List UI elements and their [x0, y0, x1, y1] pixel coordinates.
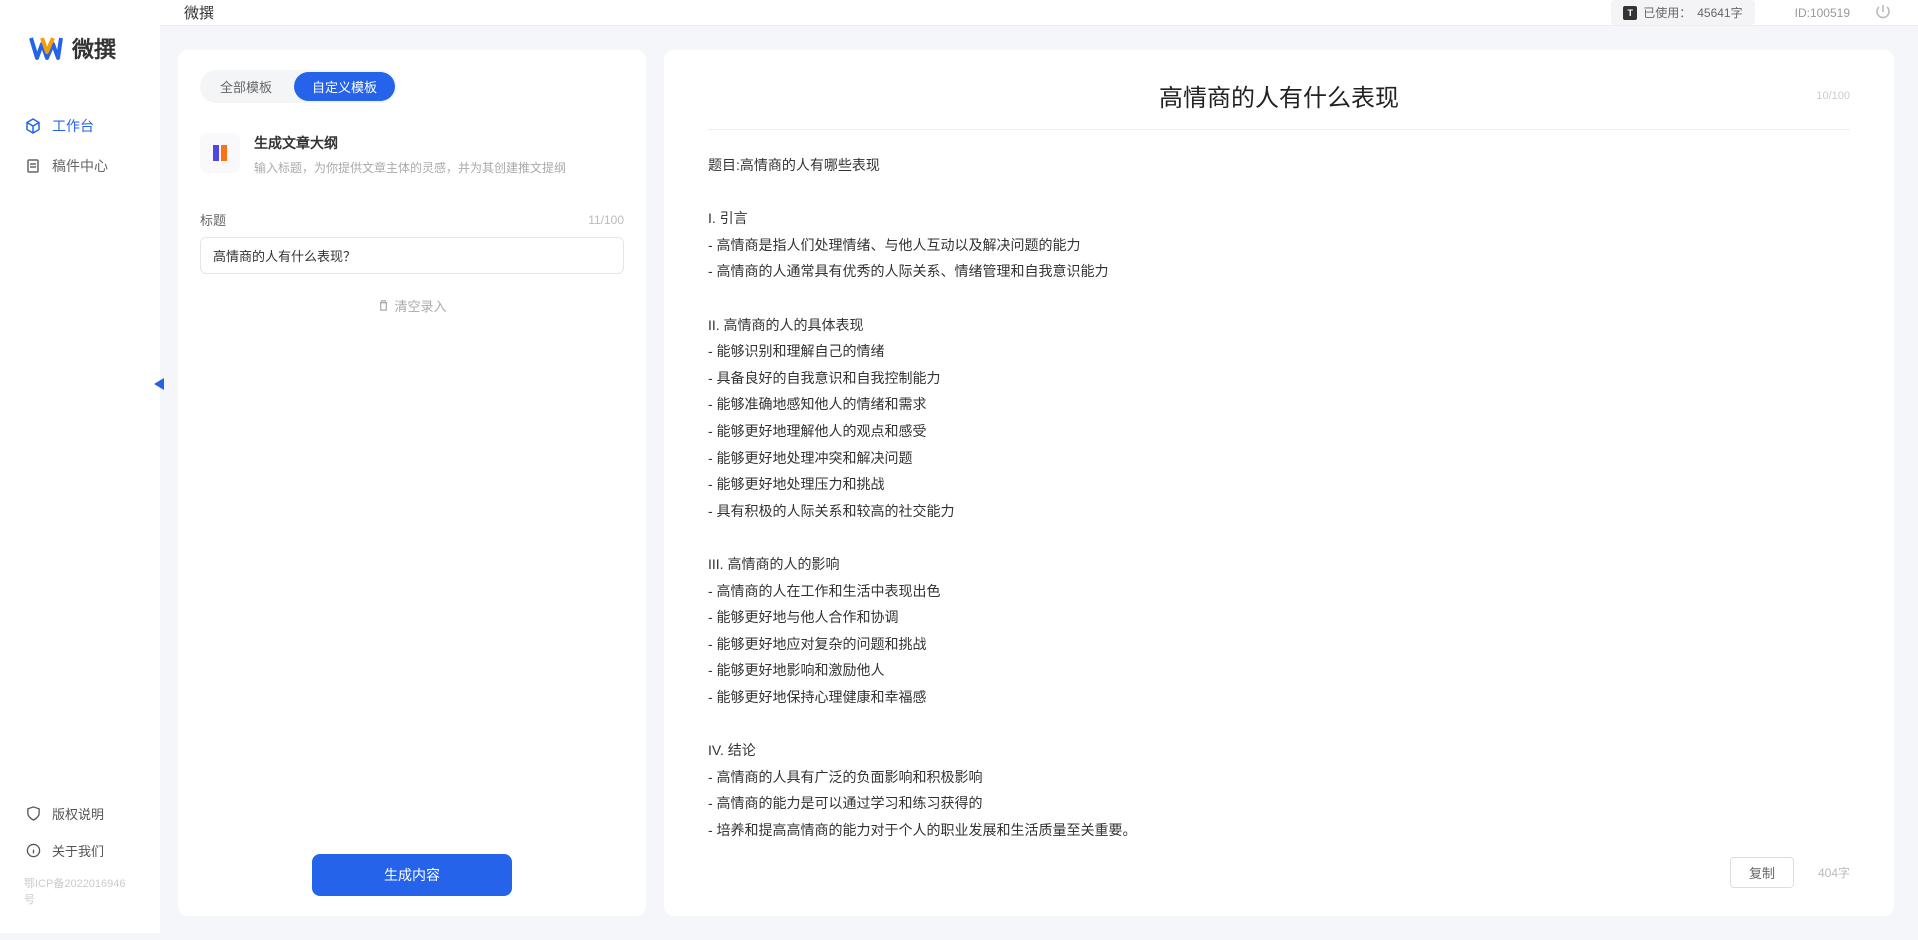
nav-about[interactable]: 关于我们: [0, 832, 160, 869]
usage-badge[interactable]: T 已使用： 45641字: [1611, 0, 1754, 25]
output-body[interactable]: 题目:高情商的人有哪些表现 I. 引言 - 高情商是指人们处理情绪、与他人互动以…: [708, 130, 1850, 843]
icp-text: 鄂ICP备2022016946号: [0, 869, 160, 913]
tab-custom-templates[interactable]: 自定义模板: [294, 72, 395, 101]
collapse-handle[interactable]: [154, 374, 168, 394]
template-card: 生成文章大纲 输入标题，为你提供文章主体的灵感，并为其创建推文提纲: [200, 127, 624, 182]
output-title-count: 10/100: [1816, 90, 1850, 102]
nav-copyright[interactable]: 版权说明: [0, 795, 160, 832]
logo[interactable]: 微撰: [0, 30, 160, 106]
generate-button[interactable]: 生成内容: [312, 854, 512, 896]
template-desc: 输入标题，为你提供文章主体的灵感，并为其创建推文提纲: [254, 159, 566, 176]
info-icon: [24, 842, 42, 860]
logo-text: 微撰: [72, 32, 116, 64]
copy-button[interactable]: 复制: [1730, 857, 1794, 888]
trash-icon: [377, 299, 390, 312]
clear-button[interactable]: 清空录入: [200, 296, 624, 315]
template-tabs: 全部模板 自定义模板: [200, 70, 397, 103]
nav-label: 稿件中心: [52, 156, 108, 176]
usage-value: 45641字: [1697, 4, 1742, 21]
document-icon: [24, 157, 42, 175]
char-count: 11/100: [588, 213, 624, 227]
usage-prefix: 已使用：: [1643, 4, 1691, 21]
user-id: ID:100519: [1795, 6, 1850, 20]
shield-icon: [24, 805, 42, 823]
output-title: 高情商的人有什么表现: [1159, 78, 1399, 113]
cube-icon: [24, 117, 42, 135]
template-icon: [200, 133, 240, 173]
nav-label: 关于我们: [52, 841, 104, 860]
nav-label: 版权说明: [52, 804, 104, 823]
title-input[interactable]: [200, 237, 624, 274]
right-panel: 高情商的人有什么表现 10/100 题目:高情商的人有哪些表现 I. 引言 - …: [664, 50, 1894, 916]
topbar: 微撰 T 已使用： 45641字 ID:100519: [160, 0, 1918, 26]
sidebar: 微撰 工作台 稿件中心 版权说明: [0, 0, 160, 933]
text-icon: T: [1623, 6, 1637, 20]
left-panel: 全部模板 自定义模板 生成文章大纲 输入标题，为你提供文章主体的灵感，并为其创建…: [178, 50, 646, 916]
nav-drafts[interactable]: 稿件中心: [0, 146, 160, 186]
nav-label: 工作台: [52, 116, 94, 136]
nav-workbench[interactable]: 工作台: [0, 106, 160, 146]
template-title: 生成文章大纲: [254, 133, 566, 153]
tab-all-templates[interactable]: 全部模板: [202, 72, 290, 101]
nav: 工作台 稿件中心: [0, 106, 160, 795]
page-title: 微撰: [184, 2, 1611, 23]
word-count: 404字: [1818, 864, 1850, 881]
power-button[interactable]: [1874, 3, 1894, 23]
sidebar-bottom: 版权说明 关于我们 鄂ICP备2022016946号: [0, 795, 160, 933]
clear-label: 清空录入: [394, 296, 446, 315]
title-label: 标题: [200, 210, 226, 229]
logo-icon: [28, 30, 64, 66]
